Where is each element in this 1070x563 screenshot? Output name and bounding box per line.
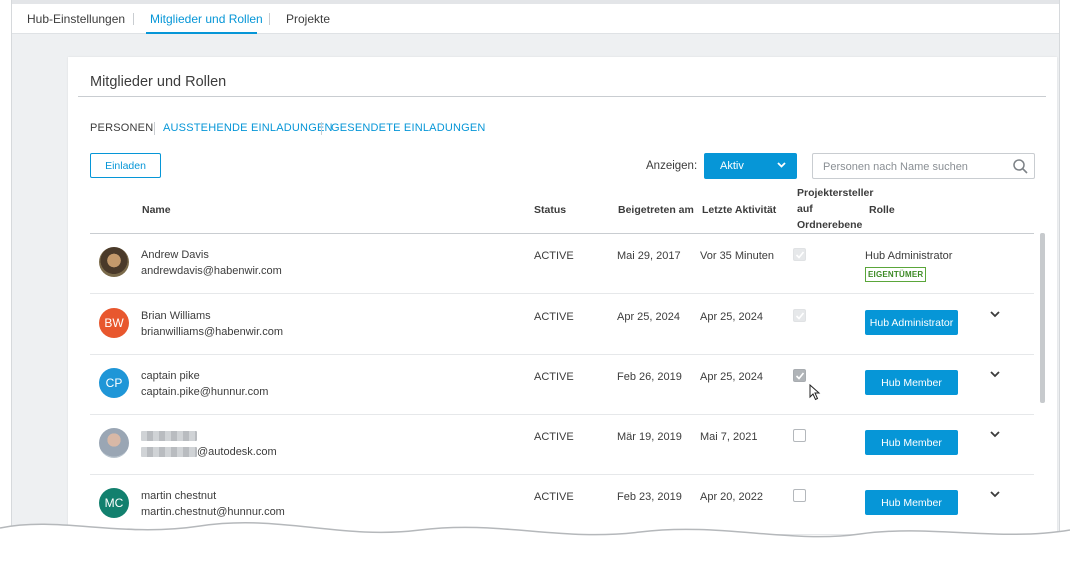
member-email: brianwilliams@habenwir.com bbox=[141, 326, 283, 338]
column-header-name[interactable]: Name bbox=[142, 202, 171, 218]
member-status: ACTIVE bbox=[534, 491, 574, 503]
project-creator-checkbox[interactable] bbox=[793, 429, 806, 442]
avatar bbox=[99, 428, 129, 458]
role-dropdown-button[interactable]: Hub Member bbox=[865, 430, 958, 455]
table-row[interactable]: @autodesk.com ACTIVE Mär 19, 2019 Mai 7,… bbox=[90, 415, 1034, 475]
member-name: Andrew Davis bbox=[141, 249, 209, 261]
filter-label: Anzeigen: bbox=[646, 160, 698, 172]
tab-projects[interactable]: Projekte bbox=[286, 12, 330, 26]
subtab-divider bbox=[321, 122, 322, 135]
column-header-project-creator[interactable]: Projektersteller auf Ordnerebene bbox=[797, 185, 875, 233]
table-row[interactable]: Andrew Davis andrewdavis@habenwir.com AC… bbox=[90, 234, 1034, 294]
member-last-activity: Apr 25, 2024 bbox=[700, 311, 763, 323]
member-name: Brian Williams bbox=[141, 310, 211, 322]
member-last-activity: Mai 7, 2021 bbox=[700, 431, 758, 443]
status-filter-value: Aktiv bbox=[720, 160, 744, 172]
project-creator-checkbox[interactable] bbox=[793, 369, 806, 382]
subtab-pending-invitations[interactable]: AUSSTEHENDE EINLADUNGEN bbox=[163, 122, 333, 134]
table-row[interactable]: BW Brian Williams brianwilliams@habenwir… bbox=[90, 295, 1034, 355]
member-status: ACTIVE bbox=[534, 311, 574, 323]
search-input[interactable] bbox=[823, 159, 1008, 174]
subtab-people[interactable]: PERSONEN bbox=[90, 122, 153, 134]
mouse-cursor-icon bbox=[809, 384, 821, 401]
project-creator-checkbox[interactable] bbox=[793, 489, 806, 502]
chevron-down-icon[interactable] bbox=[989, 489, 1001, 499]
page-title: Mitglieder und Rollen bbox=[90, 74, 227, 90]
member-email: @autodesk.com bbox=[141, 446, 277, 458]
member-name-redacted bbox=[141, 430, 197, 442]
subtab-sent-invitations[interactable]: GESENDETE EINLADUNGEN bbox=[331, 122, 486, 134]
tab-hub-settings[interactable]: Hub-Einstellungen bbox=[27, 12, 125, 26]
chevron-down-icon[interactable] bbox=[989, 429, 1001, 439]
role-label: Hub Administrator bbox=[865, 250, 953, 262]
member-joined-date: Mai 29, 2017 bbox=[617, 250, 681, 262]
member-email-domain: @autodesk.com bbox=[197, 446, 277, 458]
invite-button[interactable]: Einladen bbox=[90, 153, 161, 178]
owner-badge: EIGENTÜMER bbox=[865, 267, 927, 282]
search-icon[interactable] bbox=[1012, 158, 1029, 175]
member-email: andrewdavis@habenwir.com bbox=[141, 265, 282, 277]
column-header-joined[interactable]: Beigetreten am bbox=[618, 202, 694, 218]
table-scrollbar[interactable] bbox=[1040, 233, 1045, 403]
title-divider bbox=[78, 96, 1046, 97]
status-filter-dropdown[interactable]: Aktiv bbox=[704, 153, 797, 179]
app-frame: Hub-Einstellungen Mitglieder und Rollen … bbox=[11, 0, 1060, 563]
member-joined-date: Feb 23, 2019 bbox=[617, 491, 682, 503]
member-name: captain pike bbox=[141, 370, 200, 382]
member-status: ACTIVE bbox=[534, 250, 574, 262]
column-header-status[interactable]: Status bbox=[534, 202, 566, 218]
role-dropdown-button[interactable]: Hub Administrator bbox=[865, 310, 958, 335]
avatar: BW bbox=[99, 308, 129, 338]
project-creator-checkbox bbox=[793, 248, 806, 261]
member-status: ACTIVE bbox=[534, 371, 574, 383]
member-joined-date: Feb 26, 2019 bbox=[617, 371, 682, 383]
member-status: ACTIVE bbox=[534, 431, 574, 443]
role-dropdown-button[interactable]: Hub Member bbox=[865, 370, 958, 395]
chevron-down-icon bbox=[777, 162, 786, 168]
avatar: CP bbox=[99, 368, 129, 398]
active-tab-underline bbox=[146, 32, 257, 34]
tab-divider bbox=[269, 13, 270, 25]
project-creator-checkbox bbox=[793, 309, 806, 322]
member-last-activity: Vor 35 Minuten bbox=[700, 250, 774, 262]
torn-edge-decoration bbox=[0, 522, 1070, 563]
chevron-down-icon[interactable] bbox=[989, 369, 1001, 379]
tab-members-roles[interactable]: Mitglieder und Rollen bbox=[150, 12, 263, 26]
member-name: martin chestnut bbox=[141, 490, 217, 502]
column-header-last-activity[interactable]: Letzte Aktivität bbox=[702, 202, 776, 218]
avatar bbox=[99, 247, 129, 277]
members-panel: Mitglieder und Rollen PERSONEN AUSSTEHEN… bbox=[68, 57, 1057, 563]
subtab-divider bbox=[154, 122, 155, 135]
member-email: captain.pike@hunnur.com bbox=[141, 386, 269, 398]
chevron-down-icon[interactable] bbox=[989, 309, 1001, 319]
top-navigation: Hub-Einstellungen Mitglieder und Rollen … bbox=[12, 0, 1059, 34]
tab-divider bbox=[133, 13, 134, 25]
member-last-activity: Apr 20, 2022 bbox=[700, 491, 763, 503]
member-joined-date: Mär 19, 2019 bbox=[617, 431, 682, 443]
search-box bbox=[812, 153, 1035, 179]
member-last-activity: Apr 25, 2024 bbox=[700, 371, 763, 383]
column-header-role[interactable]: Rolle bbox=[869, 202, 895, 218]
member-joined-date: Apr 25, 2024 bbox=[617, 311, 680, 323]
table-row[interactable]: CP captain pike captain.pike@hunnur.com … bbox=[90, 355, 1034, 415]
